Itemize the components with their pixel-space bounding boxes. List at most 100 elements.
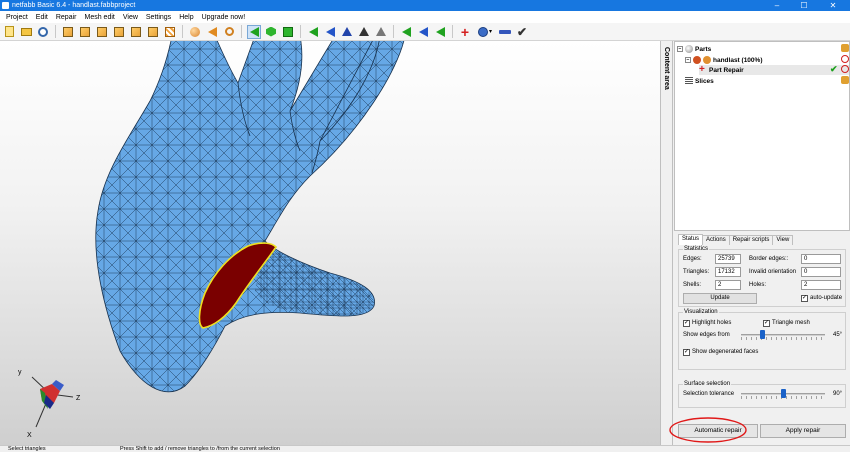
- triangle-blue-icon[interactable]: [416, 25, 430, 39]
- close-button[interactable]: ✕: [820, 0, 846, 11]
- shells-value: 2: [715, 280, 741, 290]
- show-edges-ticks: [741, 337, 825, 340]
- cut-tool-icon[interactable]: [357, 25, 371, 39]
- collapse-icon[interactable]: −: [685, 57, 691, 63]
- apply-check-icon[interactable]: ✔: [830, 65, 838, 74]
- show-edges-value: 45°: [833, 332, 843, 338]
- window-title: netfabb Basic 6.4 - handlast.fabbproject: [12, 2, 136, 9]
- add-part-icon[interactable]: +: [458, 25, 472, 39]
- toolbar-separator: [300, 25, 301, 38]
- menu-bar: Project Edit Repair Mesh edit View Setti…: [0, 11, 850, 23]
- select-shells-icon[interactable]: [264, 25, 278, 39]
- remove-icon[interactable]: [841, 55, 849, 63]
- tree-label-parts: Parts: [695, 45, 712, 53]
- maximize-button[interactable]: ☐: [791, 0, 817, 11]
- axis-gizmo: [31, 376, 74, 428]
- menu-mesh-edit[interactable]: Mesh edit: [80, 14, 118, 21]
- menu-upgrade[interactable]: Upgrade now!: [198, 14, 250, 21]
- view-left-icon[interactable]: [95, 25, 109, 39]
- measure-icon[interactable]: [374, 25, 388, 39]
- border-edges-label: Border edges::: [749, 256, 789, 262]
- cancel-icon[interactable]: [841, 65, 849, 73]
- 3d-viewport[interactable]: y Z X: [0, 41, 660, 445]
- tree-item-part-repair[interactable]: + Part Repair: [699, 65, 849, 75]
- tree-item-parts[interactable]: − Parts: [677, 44, 711, 54]
- menu-edit[interactable]: Edit: [32, 14, 52, 21]
- app-icon: [2, 2, 9, 9]
- show-degenerated-label: Show degenerated faces: [692, 349, 759, 355]
- content-area-tab[interactable]: Content area: [660, 41, 673, 445]
- view-front-icon[interactable]: [61, 25, 75, 39]
- repair-tool-icon[interactable]: [340, 25, 354, 39]
- update-button[interactable]: Update: [683, 293, 757, 304]
- menu-repair[interactable]: Repair: [52, 14, 81, 21]
- show-degenerated-checkbox[interactable]: ✓: [683, 349, 690, 356]
- select-surfaces-icon[interactable]: [281, 25, 295, 39]
- selection-tolerance-thumb[interactable]: [781, 389, 786, 398]
- triangle-green-2-icon[interactable]: [433, 25, 447, 39]
- status-bar: Select triangles Press Shift to add / re…: [0, 445, 850, 452]
- tree-label-part-repair: Part Repair: [709, 66, 744, 74]
- view-right-icon[interactable]: [112, 25, 126, 39]
- view-bottom-icon[interactable]: [146, 25, 160, 39]
- holes-label: Holes:: [749, 282, 767, 288]
- minimize-button[interactable]: –: [764, 0, 790, 11]
- toolbar-separator: [55, 25, 56, 38]
- holes-value: 2: [801, 280, 841, 290]
- statistics-title: Statistics: [683, 246, 710, 252]
- apply-repair-button[interactable]: Apply repair: [760, 424, 846, 438]
- triangles-label: Triangles:: [683, 269, 710, 275]
- shells-label: Shells:: [683, 282, 702, 288]
- tree-item-slices[interactable]: Slices: [685, 76, 714, 86]
- visualization-title: Visualization: [683, 309, 719, 315]
- tab-view[interactable]: View: [772, 235, 794, 245]
- show-edges-thumb[interactable]: [760, 330, 765, 339]
- sphere-icon[interactable]: [188, 25, 202, 39]
- tab-actions[interactable]: Actions: [702, 235, 730, 245]
- open-icon[interactable]: [19, 25, 33, 39]
- view-top-icon[interactable]: [129, 25, 143, 39]
- part-status-icon: [703, 56, 711, 64]
- tab-status[interactable]: Status: [678, 234, 704, 245]
- holes-tool-icon[interactable]: [323, 25, 337, 39]
- toolbar-separator: [393, 25, 394, 38]
- triangle-green-icon[interactable]: [399, 25, 413, 39]
- content-area-label: Content area: [663, 47, 670, 90]
- parts-icon: [685, 45, 693, 53]
- pattern-icon[interactable]: [163, 25, 177, 39]
- part-icon: [693, 56, 701, 64]
- remove-part-icon[interactable]: [498, 25, 512, 39]
- menu-settings[interactable]: Settings: [142, 14, 175, 21]
- mesh-view[interactable]: y Z X: [0, 41, 660, 445]
- collapse-icon[interactable]: −: [677, 46, 683, 52]
- tree-item-part[interactable]: − handlast (100%): [685, 55, 763, 65]
- invalid-orientation-label: Invalid orientation: [749, 269, 797, 275]
- surface-selection-group: Surface selection Selection tolerance 90…: [678, 381, 846, 408]
- select-icon[interactable]: [205, 25, 219, 39]
- view-back-icon[interactable]: [78, 25, 92, 39]
- triangle-mesh-checkbox[interactable]: ✓: [763, 320, 770, 327]
- panel-tabs: Status Actions Repair scripts View: [678, 234, 794, 245]
- new-project-icon[interactable]: [2, 25, 16, 39]
- menu-help[interactable]: Help: [175, 14, 197, 21]
- triangles-tool-icon[interactable]: [306, 25, 320, 39]
- check-icon[interactable]: ✔: [515, 25, 529, 39]
- select-triangles-icon[interactable]: [247, 24, 261, 39]
- toolbar-separator: [182, 25, 183, 38]
- menu-project[interactable]: Project: [2, 14, 32, 21]
- selection-tolerance-value: 90°: [833, 391, 843, 397]
- tab-repair-scripts[interactable]: Repair scripts: [728, 235, 774, 245]
- show-edges-slider[interactable]: [741, 334, 825, 336]
- recent-icon[interactable]: [36, 25, 50, 39]
- tree-label-part: handlast (100%): [713, 56, 763, 64]
- zoom-dropdown-icon[interactable]: ▾: [475, 25, 495, 39]
- highlight-holes-checkbox[interactable]: ✓: [683, 320, 690, 327]
- menu-view[interactable]: View: [119, 14, 142, 21]
- slices-add-icon[interactable]: [841, 76, 849, 84]
- edges-label: Edges:: [683, 256, 702, 262]
- zoom-icon[interactable]: [222, 25, 236, 39]
- status-left: Select triangles: [8, 446, 46, 452]
- toolbar: + ▾ ✔: [0, 23, 850, 41]
- auto-update-checkbox[interactable]: ✓: [801, 295, 808, 302]
- add-icon[interactable]: [841, 44, 849, 52]
